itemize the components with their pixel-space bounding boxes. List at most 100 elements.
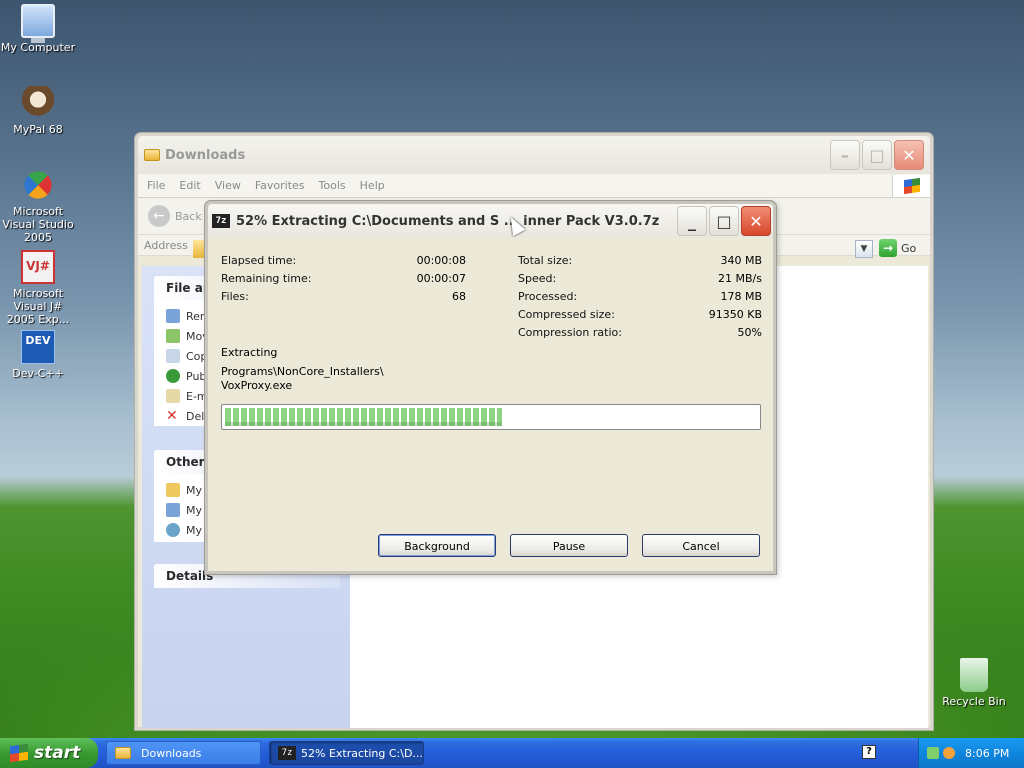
stat-value: 178 MB <box>720 290 762 303</box>
folder-icon <box>144 149 160 161</box>
pause-button[interactable]: Pause <box>510 534 628 557</box>
desktop-icon-visual-studio[interactable]: Microsoft Visual Studio 2005 <box>0 165 78 244</box>
desktop-icon-label: MyPal 68 <box>13 123 63 136</box>
address-folder-icon <box>193 240 205 258</box>
windows-flag-icon <box>903 177 920 194</box>
desktop-icon-my-computer[interactable]: My Computer <box>0 4 78 54</box>
menu-favorites[interactable]: Favorites <box>255 179 305 192</box>
start-button[interactable]: start <box>0 738 98 768</box>
menu-tools[interactable]: Tools <box>319 179 346 192</box>
address-dropdown-icon[interactable]: ▼ <box>855 240 873 258</box>
go-label: Go <box>901 241 917 255</box>
current-path: Programs\NonCore_Installers\ <box>221 365 384 378</box>
menu-view[interactable]: View <box>215 179 241 192</box>
stat-compression-ratio: Compression ratio: 50% <box>518 326 762 340</box>
mypal-icon <box>21 86 55 120</box>
search-tray-icon[interactable] <box>943 747 955 759</box>
stat-value: 340 MB <box>720 254 762 267</box>
stat-files: Files: 68 <box>221 290 466 304</box>
extract-progress-dialog: 7z 52% Extracting C:\Documents and S ...… <box>205 201 776 574</box>
start-label: start <box>34 743 81 763</box>
stat-value: 68 <box>452 290 466 303</box>
computer-icon <box>21 4 55 43</box>
delete-x-icon: ✕ <box>166 408 178 424</box>
go-arrow-icon: → <box>879 239 897 257</box>
stat-label: Total size: <box>518 254 573 267</box>
dialog-title-bar[interactable]: 7z 52% Extracting C:\Documents and S ...… <box>208 204 773 238</box>
stat-value: 21 MB/s <box>718 272 762 285</box>
my-computer-icon <box>166 503 180 517</box>
stat-label: Remaining time: <box>221 272 312 285</box>
recycle-bin-icon <box>960 658 988 692</box>
place-label: My <box>186 483 203 497</box>
stat-remaining: Remaining time: 00:00:07 <box>221 272 466 286</box>
back-button[interactable]: ← Back <box>148 205 202 227</box>
stat-elapsed: Elapsed time: 00:00:08 <box>221 254 466 268</box>
dev-cpp-icon: DEV <box>21 330 55 364</box>
close-button[interactable]: ✕ <box>894 140 924 170</box>
desktop-icon-visual-jsharp[interactable]: VJ# Microsoft Visual J# 2005 Exp... <box>0 250 78 326</box>
desktop-icon-recycle-bin[interactable]: Recycle Bin <box>934 658 1014 708</box>
maximize-button[interactable]: □ <box>862 140 892 170</box>
folder-icon <box>115 747 131 759</box>
go-button[interactable]: → Go <box>879 239 916 257</box>
7zip-icon: 7z <box>212 214 230 228</box>
taskbar-item-label: Downloads <box>141 746 202 760</box>
7zip-icon: 7z <box>278 746 296 760</box>
menu-bar: File Edit View Favorites Tools Help <box>138 174 930 198</box>
network-icon <box>166 523 180 537</box>
stat-value: 91350 KB <box>708 308 762 321</box>
stat-label: Elapsed time: <box>221 254 297 267</box>
dialog-title: 52% Extracting C:\Documents and S ... in… <box>236 213 660 229</box>
dialog-close-button[interactable]: ✕ <box>741 206 771 236</box>
dialog-minimize-button[interactable]: _ <box>677 206 707 236</box>
visual-jsharp-icon: VJ# <box>21 250 55 284</box>
rename-icon <box>166 309 180 323</box>
stat-label: Speed: <box>518 272 557 285</box>
stat-value: 50% <box>737 326 762 339</box>
stat-label: Files: <box>221 290 249 303</box>
current-file: VoxProxy.exe <box>221 379 293 392</box>
desktop-icon-label: Recycle Bin <box>942 695 1006 708</box>
network-tray-icon[interactable] <box>927 747 939 759</box>
system-tray: 8:06 PM <box>918 738 1024 768</box>
menu-help[interactable]: Help <box>360 179 385 192</box>
stat-processed: Processed: 178 MB <box>518 290 762 304</box>
stat-label: Processed: <box>518 290 578 303</box>
progress-fill <box>225 408 502 426</box>
extraction-progress-bar <box>221 404 761 430</box>
desktop-icon-mypal[interactable]: MyPal 68 <box>0 86 78 136</box>
move-icon <box>166 329 180 343</box>
place-label: My <box>186 503 203 517</box>
stat-speed: Speed: 21 MB/s <box>518 272 762 286</box>
stat-compressed-size: Compressed size: 91350 KB <box>518 308 762 322</box>
taskbar-item-downloads[interactable]: Downloads <box>106 741 261 765</box>
desktop-icon-label: Microsoft Visual J# 2005 Exp... <box>6 287 70 326</box>
dialog-maximize-button[interactable]: □ <box>709 206 739 236</box>
explorer-title-bar[interactable]: Downloads – □ ✕ <box>138 136 930 174</box>
operation-label: Extracting <box>221 346 278 359</box>
help-icon[interactable]: ? <box>862 745 876 759</box>
publish-globe-icon <box>166 369 180 383</box>
explorer-title: Downloads <box>165 147 246 163</box>
menu-edit[interactable]: Edit <box>179 179 200 192</box>
taskbar-item-extracting[interactable]: 7z 52% Extracting C:\D... <box>269 741 424 765</box>
desktop-icon-dev-cpp[interactable]: DEV Dev-C++ <box>0 330 78 380</box>
minimize-button[interactable]: – <box>830 140 860 170</box>
cancel-button[interactable]: Cancel <box>642 534 760 557</box>
windows-logo <box>892 174 930 197</box>
task-label: Ren <box>186 309 207 323</box>
stat-label: Compressed size: <box>518 308 615 321</box>
task-label: Pub <box>186 369 207 383</box>
address-label: Address <box>144 238 188 252</box>
back-label: Back <box>175 209 202 223</box>
windows-flag-icon <box>10 743 28 763</box>
menu-file[interactable]: File <box>147 179 165 192</box>
desktop-icon-label: Microsoft Visual Studio 2005 <box>2 205 74 244</box>
clock[interactable]: 8:06 PM <box>965 747 1009 760</box>
folder-icon <box>166 483 180 497</box>
email-icon <box>166 389 180 403</box>
background-button[interactable]: Background <box>378 534 496 557</box>
visual-studio-icon <box>18 165 58 205</box>
stat-value: 00:00:07 <box>416 272 466 285</box>
